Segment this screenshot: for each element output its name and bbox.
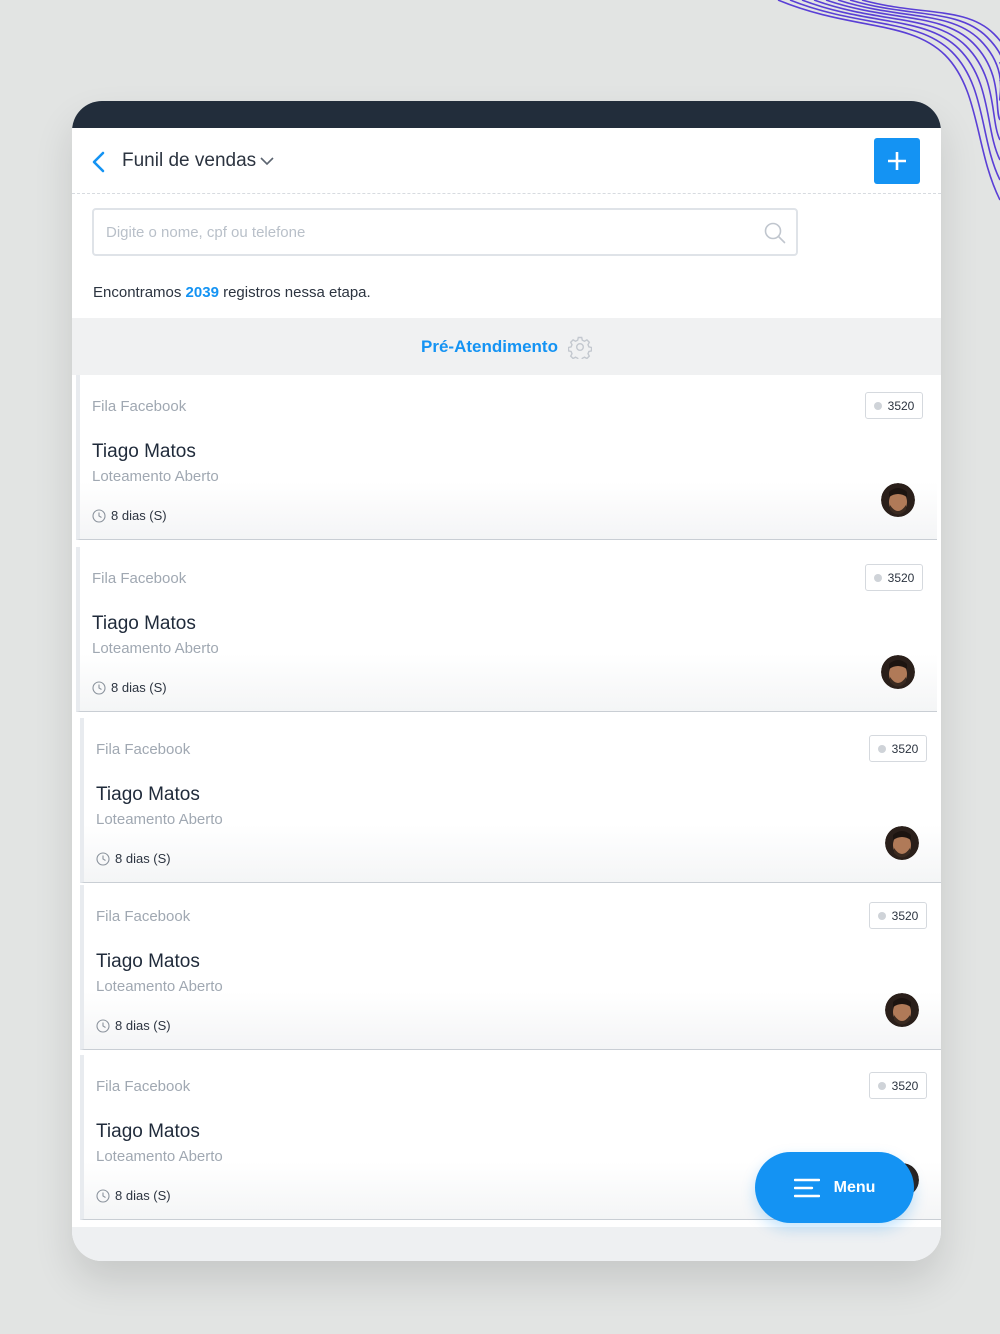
clock-icon <box>96 1018 110 1033</box>
lead-name: Tiago Matos <box>96 951 200 972</box>
time-row: 8 dias (S) <box>96 1018 171 1033</box>
tablet-frame: Funil de vendas Encontramos 2039 registr… <box>72 101 941 1261</box>
clock-icon <box>92 680 106 695</box>
funnel-title[interactable]: Funil de vendas <box>122 150 256 172</box>
hamburger-icon <box>793 1178 820 1197</box>
lead-card[interactable]: Fila Facebook 3520 Tiago Matos Loteament… <box>80 885 941 1050</box>
lead-card[interactable]: Fila Facebook 3520 Tiago Matos Loteament… <box>76 547 937 712</box>
status-dot <box>877 1081 886 1090</box>
lead-name: Tiago Matos <box>96 1121 200 1142</box>
id-badge: 3520 <box>869 1072 927 1099</box>
queue-label: Fila Facebook <box>96 741 191 758</box>
id-value: 3520 <box>891 1078 919 1093</box>
search-box <box>92 208 798 256</box>
back-icon[interactable] <box>90 151 106 173</box>
avatar[interactable] <box>881 655 915 689</box>
id-value: 3520 <box>887 570 915 585</box>
status-dot <box>877 911 886 920</box>
clock-icon <box>96 851 110 866</box>
queue-label: Fila Facebook <box>92 570 187 587</box>
avatar[interactable] <box>885 993 919 1027</box>
clock-icon <box>96 1188 110 1203</box>
id-value: 3520 <box>891 908 919 923</box>
menu-label: Menu <box>833 1178 876 1196</box>
results-prefix: Encontramos <box>93 284 182 301</box>
queue-label: Fila Facebook <box>92 398 187 415</box>
time-value: 8 dias (S) <box>115 1018 171 1033</box>
results-suffix: registros nessa etapa. <box>223 284 371 301</box>
list-footer <box>72 1227 941 1261</box>
lead-project: Loteamento Aberto <box>96 811 223 828</box>
lead-card[interactable]: Fila Facebook 3520 Tiago Matos Loteament… <box>80 718 941 883</box>
id-badge: 3520 <box>865 564 923 591</box>
avatar[interactable] <box>885 826 919 860</box>
status-dot <box>873 401 882 410</box>
queue-label: Fila Facebook <box>96 908 191 925</box>
time-value: 8 dias (S) <box>111 508 167 523</box>
app-header: Funil de vendas <box>72 128 941 194</box>
time-value: 8 dias (S) <box>111 680 167 695</box>
time-row: 8 dias (S) <box>92 508 167 523</box>
time-row: 8 dias (S) <box>96 1188 171 1203</box>
plus-icon <box>888 152 906 170</box>
avatar[interactable] <box>881 483 915 517</box>
time-value: 8 dias (S) <box>115 851 171 866</box>
lead-name: Tiago Matos <box>92 441 196 462</box>
id-badge: 3520 <box>869 735 927 762</box>
id-value: 3520 <box>887 398 915 413</box>
stage-header: Pré-Atendimento <box>72 318 941 375</box>
time-row: 8 dias (S) <box>96 851 171 866</box>
stage-title[interactable]: Pré-Atendimento <box>421 337 558 357</box>
time-value: 8 dias (S) <box>115 1188 171 1203</box>
lead-project: Loteamento Aberto <box>96 1148 223 1165</box>
results-summary: Encontramos 2039 registros nessa etapa. <box>93 284 371 301</box>
status-dot <box>877 744 886 753</box>
chevron-down-icon[interactable] <box>260 156 274 166</box>
lead-card[interactable]: Fila Facebook 3520 Tiago Matos Loteament… <box>76 375 937 540</box>
results-count: 2039 <box>185 284 219 301</box>
lead-name: Tiago Matos <box>92 613 196 634</box>
status-dot <box>873 573 882 582</box>
menu-button[interactable]: Menu <box>755 1152 914 1223</box>
lead-project: Loteamento Aberto <box>96 978 223 995</box>
id-badge: 3520 <box>869 902 927 929</box>
id-badge: 3520 <box>865 392 923 419</box>
lead-project: Loteamento Aberto <box>92 468 219 485</box>
search-icon[interactable] <box>764 222 786 244</box>
id-value: 3520 <box>891 741 919 756</box>
queue-label: Fila Facebook <box>96 1078 191 1095</box>
lead-project: Loteamento Aberto <box>92 640 219 657</box>
lead-name: Tiago Matos <box>96 784 200 805</box>
status-bar <box>72 101 941 128</box>
add-button[interactable] <box>874 138 920 184</box>
clock-icon <box>92 508 106 523</box>
gear-icon[interactable] <box>567 335 592 359</box>
time-row: 8 dias (S) <box>92 680 167 695</box>
search-input[interactable] <box>106 210 746 254</box>
